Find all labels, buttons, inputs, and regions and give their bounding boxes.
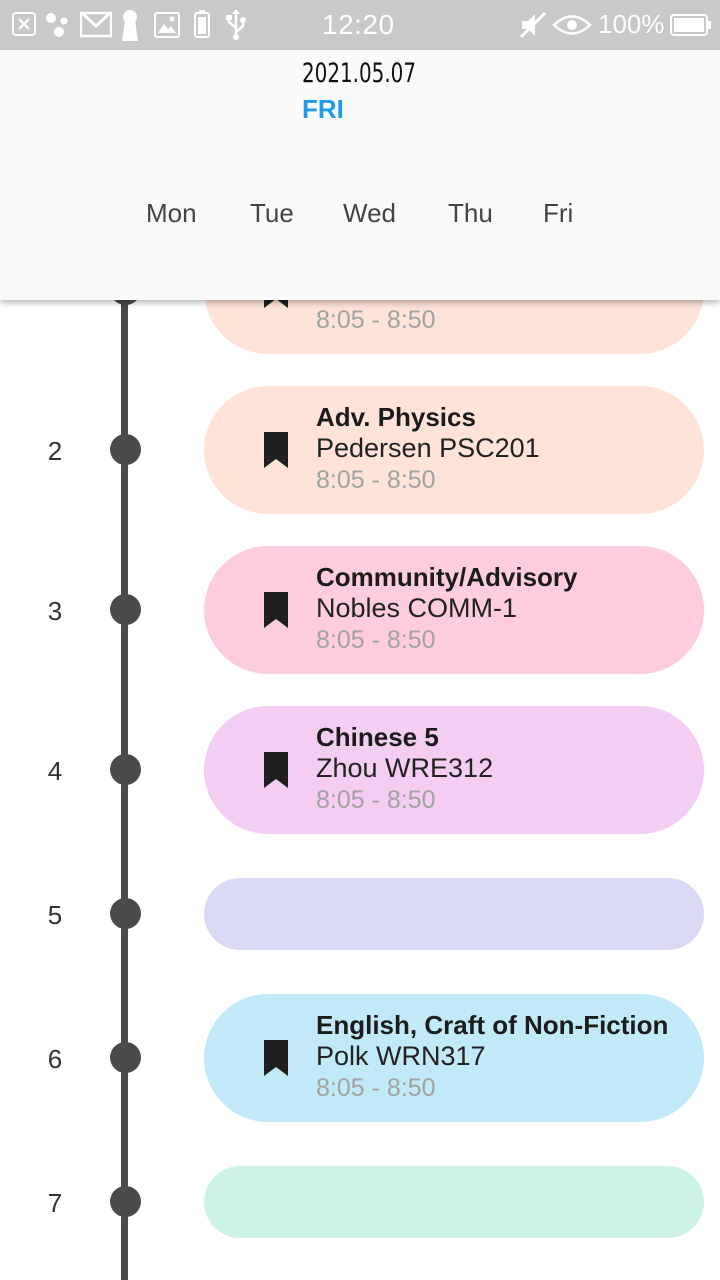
class-card[interactable]: Adv. Physics Pedersen PSC201 8:05 - 8:50 [204,386,704,514]
battery-percent: 100% [598,9,665,39]
class-card[interactable]: Chinese 5 Zhou WRE312 8:05 - 8:50 [204,706,704,834]
period-number: 7 [47,1188,63,1218]
app-root: 12:20 100% 2021.05.07 FRI Mon Tue Wed Th… [0,0,720,1280]
course-name: English, Craft of Non-Fiction [316,1010,669,1040]
period-number: 3 [47,596,63,626]
weekday-tab-thu[interactable]: Thu [448,198,493,229]
bookmark-icon[interactable] [262,592,290,628]
weekday-tab-mon[interactable]: Mon [146,198,197,229]
dots-icon [44,10,74,45]
gmail-icon [79,10,113,43]
timeline-dot [110,1042,141,1073]
class-time: 8:05 - 8:50 [316,626,436,654]
timeline-dot [110,434,141,465]
teacher-room: Zhou WRE312 [316,753,494,783]
status-bar: 12:20 100% [0,0,720,50]
period-number: 2 [47,436,63,466]
free-period-card[interactable] [204,1166,704,1238]
bookmark-icon[interactable] [262,752,290,788]
course-name: Chinese 5 [316,722,439,752]
eye-icon [552,12,592,43]
class-time: 8:05 - 8:50 [316,306,436,334]
timeline-dot [110,898,141,929]
class-time: 8:05 - 8:50 [316,1074,436,1102]
timeline-dot [110,1186,141,1217]
period-number: 5 [47,900,63,930]
image-icon [154,12,180,43]
class-time: 8:05 - 8:50 [316,786,436,814]
timeline-dot [110,594,141,625]
bookmark-icon[interactable] [262,432,290,468]
keyhole-icon [120,8,140,47]
free-period-card[interactable] [204,878,704,950]
timeline-dot [110,754,141,785]
battery-small-icon [194,10,210,43]
weekday-tab-tue[interactable]: Tue [250,198,294,229]
teacher-room: Nobles COMM-1 [316,593,518,623]
date-header: 2021.05.07 FRI Mon Tue Wed Thu Fri [0,50,720,300]
course-name: Community/Advisory [316,562,578,592]
battery-icon [670,14,712,41]
class-card[interactable]: English, Craft of Non-Fiction Polk WRN31… [204,994,704,1122]
usb-icon [224,8,248,45]
current-date: 2021.05.07 [302,58,417,89]
current-day: FRI [302,94,344,124]
teacher-room: Polk WRN317 [316,1041,486,1071]
teacher-room: Pedersen PSC201 [316,433,540,463]
bookmark-icon[interactable] [262,1040,290,1076]
class-card[interactable]: Community/Advisory Nobles COMM-1 8:05 - … [204,546,704,674]
weekday-tab-fri[interactable]: Fri [543,198,573,229]
course-name: Adv. Physics [316,402,476,432]
class-time: 8:05 - 8:50 [316,466,436,494]
weekday-tab-wed[interactable]: Wed [343,198,396,229]
status-time: 12:20 [322,9,395,40]
mute-icon [518,10,548,45]
period-number: 4 [47,756,63,786]
period-number: 6 [47,1044,63,1074]
close-notification-icon [12,12,36,41]
